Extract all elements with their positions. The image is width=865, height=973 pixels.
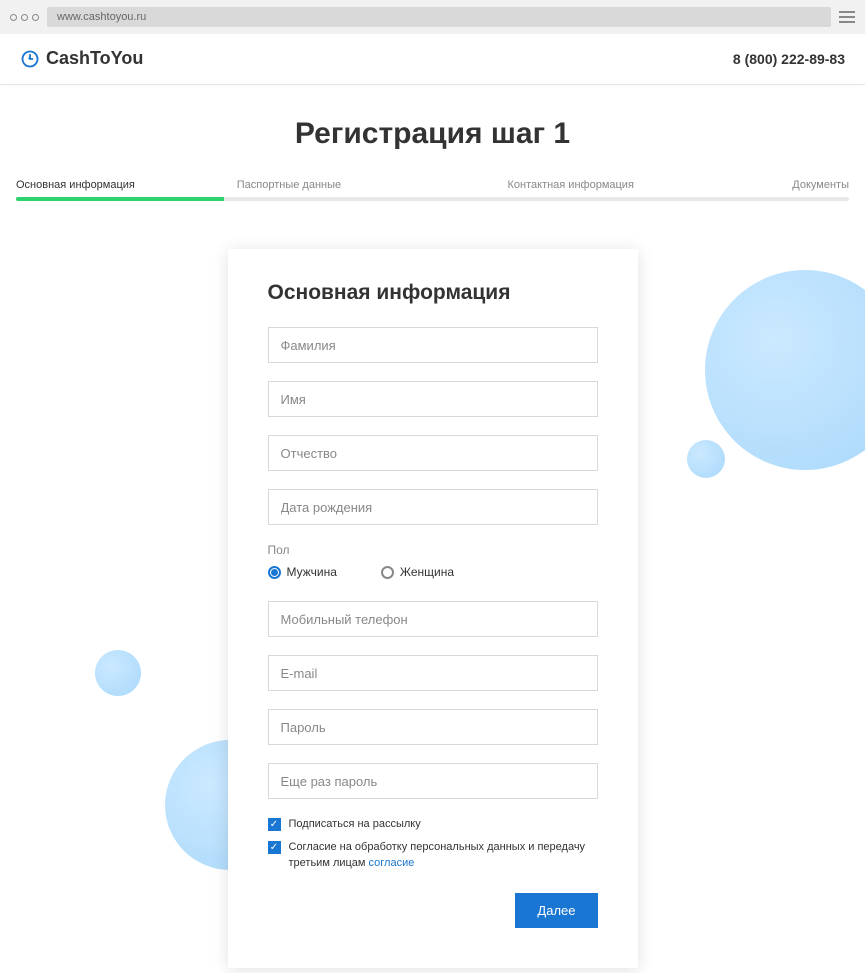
divider — [0, 84, 865, 85]
patronymic-input[interactable] — [268, 435, 598, 471]
stepper: Основная информация Паспортные данные Ко… — [0, 179, 865, 195]
radio-label: Мужчина — [287, 565, 337, 579]
gender-male-radio[interactable]: Мужчина — [268, 565, 337, 579]
url-bar[interactable]: www.cashtoyou.ru — [47, 7, 831, 27]
checkbox-label: Подписаться на рассылку — [289, 817, 421, 832]
logo-icon — [20, 49, 40, 69]
password-input[interactable] — [268, 709, 598, 745]
window-controls — [10, 14, 39, 21]
logo-text: CashToYou — [46, 48, 143, 69]
phone-input[interactable] — [268, 601, 598, 637]
progress-fill — [16, 197, 224, 201]
progress-bar — [16, 197, 849, 201]
dot-icon — [10, 14, 17, 21]
consent-checkbox[interactable]: Согласие на обработку персональных данны… — [268, 840, 598, 871]
phone-number[interactable]: 8 (800) 222-89-83 — [733, 51, 845, 67]
gender-label: Пол — [268, 543, 598, 557]
logo[interactable]: CashToYou — [20, 48, 143, 69]
radio-label: Женщина — [400, 565, 454, 579]
email-input[interactable] — [268, 655, 598, 691]
step-contact[interactable]: Контактная информация — [408, 179, 679, 191]
next-button[interactable]: Далее — [515, 893, 597, 928]
lastname-input[interactable] — [268, 327, 598, 363]
browser-bar: www.cashtoyou.ru — [0, 0, 865, 34]
menu-icon[interactable] — [839, 11, 855, 23]
birthdate-input[interactable] — [268, 489, 598, 525]
subscribe-checkbox[interactable]: Подписаться на рассылку — [268, 817, 598, 832]
password-confirm-input[interactable] — [268, 763, 598, 799]
step-documents[interactable]: Документы — [678, 179, 849, 191]
checkbox-checked-icon — [268, 818, 281, 831]
radio-checked-icon — [268, 566, 281, 579]
registration-form: Основная информация Пол Мужчина Женщина … — [228, 249, 638, 968]
radio-unchecked-icon — [381, 566, 394, 579]
step-basic-info[interactable]: Основная информация — [16, 179, 187, 191]
site-header: CashToYou 8 (800) 222-89-83 — [0, 34, 865, 84]
checkbox-label: Согласие на обработку персональных данны… — [289, 840, 598, 871]
form-title: Основная информация — [268, 281, 598, 305]
dot-icon — [32, 14, 39, 21]
page-title: Регистрация шаг 1 — [0, 117, 865, 151]
firstname-input[interactable] — [268, 381, 598, 417]
gender-female-radio[interactable]: Женщина — [381, 565, 454, 579]
dot-icon — [21, 14, 28, 21]
gender-radio-group: Мужчина Женщина — [268, 565, 598, 579]
consent-link[interactable]: согласие — [369, 857, 415, 869]
step-passport[interactable]: Паспортные данные — [187, 179, 408, 191]
checkbox-checked-icon — [268, 841, 281, 854]
